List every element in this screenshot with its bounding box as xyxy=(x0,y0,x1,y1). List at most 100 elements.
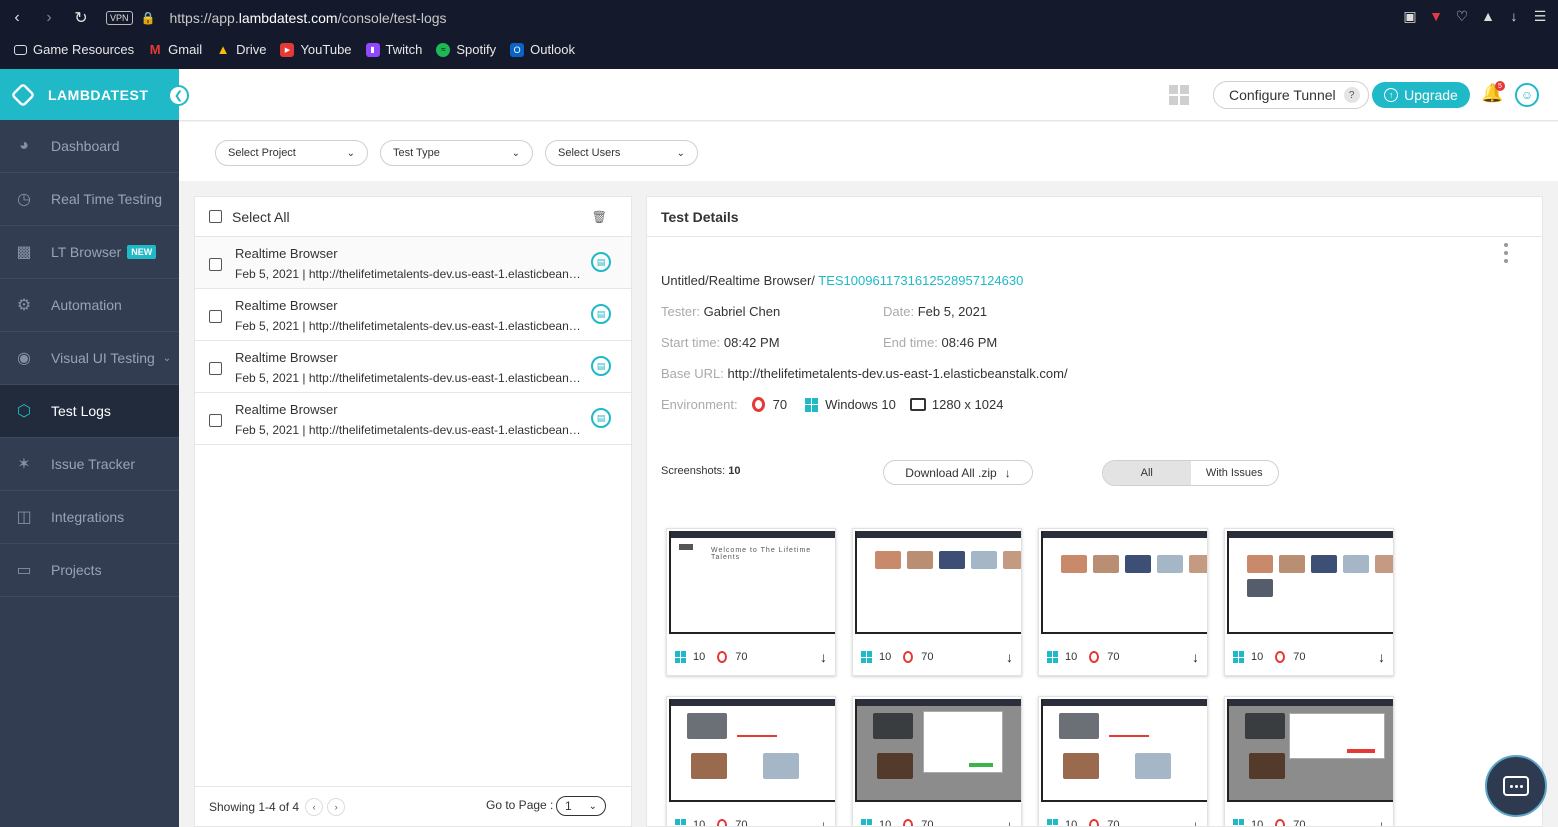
user-avatar-icon[interactable]: ☺ xyxy=(1515,83,1539,107)
sidebar-item-integrations[interactable]: ◫ Integrations xyxy=(0,491,179,544)
back-icon[interactable]: ‹ xyxy=(6,7,28,29)
filter-all-tab[interactable]: All xyxy=(1103,461,1191,485)
screenshot-thumbnail[interactable] xyxy=(1041,531,1207,634)
windows-icon xyxy=(675,651,687,663)
download-icon[interactable]: ↓ xyxy=(820,649,827,665)
row-checkbox[interactable] xyxy=(209,258,222,271)
screenshot-card[interactable]: 10 70 ↓ xyxy=(1224,696,1394,826)
more-options-icon[interactable] xyxy=(1504,243,1508,263)
test-type-dropdown[interactable]: Test Type ⌄ xyxy=(380,140,533,166)
row-checkbox[interactable] xyxy=(209,362,222,375)
download-icon[interactable]: ↓ xyxy=(1378,649,1385,665)
test-log-list: Select All 🗑 Realtime Browser Feb 5, 202… xyxy=(194,196,632,827)
sidebar-item-visual-ui-testing[interactable]: ◉ Visual UI Testing ⌄ xyxy=(0,332,179,385)
os-version: 10 xyxy=(1065,819,1078,827)
select-users-dropdown[interactable]: Select Users ⌄ xyxy=(545,140,698,166)
bookmark-label: Gmail xyxy=(168,42,203,57)
row-checkbox[interactable] xyxy=(209,414,222,427)
end-time-field: End time: 08:46 PM xyxy=(883,335,997,350)
screenshot-card-footer: 10 70 ↓ xyxy=(1047,817,1199,827)
address-bar[interactable]: https://app.lambdatest.com/console/test-… xyxy=(169,10,446,26)
select-all-checkbox[interactable] xyxy=(209,210,222,223)
configure-tunnel-button[interactable]: Configure Tunnel ? xyxy=(1213,81,1369,109)
screenshot-thumbnail[interactable]: Welcome to The Lifetime Talents xyxy=(669,531,835,634)
screenshot-thumbnail[interactable] xyxy=(1227,531,1393,634)
list-item[interactable]: Realtime Browser Feb 5, 2021 | http://th… xyxy=(195,289,631,341)
os-name: Windows 10 xyxy=(825,397,896,412)
trash-icon[interactable]: 🗑 xyxy=(592,210,607,224)
sidebar-item-automation[interactable]: ⚙ Automation xyxy=(0,279,179,332)
forward-icon[interactable]: › xyxy=(38,7,60,29)
reload-icon[interactable]: ↻ xyxy=(70,7,92,29)
download-icon[interactable]: ↓ xyxy=(1006,817,1013,826)
screenshot-card[interactable]: 10 70 ↓ xyxy=(852,696,1022,827)
screenshot-thumbnail[interactable] xyxy=(1041,699,1207,802)
screenshot-thumbnail[interactable] xyxy=(1227,699,1393,802)
browser-version: 70 xyxy=(1107,819,1120,827)
prev-page-icon[interactable]: ‹ xyxy=(305,797,324,816)
page-select[interactable]: 1 ⌄ xyxy=(556,796,606,816)
chat-support-button[interactable] xyxy=(1485,755,1547,817)
os-version: 10 xyxy=(879,819,892,827)
bookmark-spotify[interactable]: ≈ Spotify xyxy=(436,42,496,57)
row-checkbox[interactable] xyxy=(209,310,222,323)
opera-icon xyxy=(717,651,728,663)
sidebar-item-projects[interactable]: ▭ Projects xyxy=(0,544,179,597)
screenshot-card[interactable]: 10 70 ↓ xyxy=(1038,696,1208,827)
download-icon[interactable]: ↓ xyxy=(820,817,827,826)
bookmark-drive[interactable]: ▲ Drive xyxy=(216,42,267,57)
download-icon[interactable]: ↓ xyxy=(1006,649,1013,665)
download-icon[interactable]: ↓ xyxy=(1506,7,1522,25)
list-item[interactable]: Realtime Browser Feb 5, 2021 | http://th… xyxy=(195,393,631,445)
brand[interactable]: LAMBDATEST xyxy=(0,69,179,120)
collapse-sidebar-button[interactable]: ❮ xyxy=(168,85,189,106)
browser-version: 70 xyxy=(921,651,934,663)
sidebar-item-lt-browser[interactable]: ▩ LT Browser NEW xyxy=(0,226,179,279)
sidebar-item-dashboard[interactable]: ◕ Dashboard xyxy=(0,120,179,173)
bookmark-game-resources[interactable]: Game Resources xyxy=(14,42,134,57)
list-item[interactable]: Realtime Browser Feb 5, 2021 | http://th… xyxy=(195,341,631,393)
upgrade-button[interactable]: ↑ Upgrade xyxy=(1372,82,1470,108)
screenshot-card[interactable]: Welcome to The Lifetime Talents 10 70 ↓ xyxy=(666,528,836,676)
eye-icon: ◉ xyxy=(17,350,31,367)
bookmark-youtube[interactable]: ▶ YouTube xyxy=(280,42,352,57)
download-icon[interactable]: ↓ xyxy=(1378,817,1385,826)
notifications-bell-icon[interactable]: 🔔 5 xyxy=(1481,81,1505,107)
next-page-icon[interactable]: › xyxy=(327,797,346,816)
select-project-dropdown[interactable]: Select Project ⌄ xyxy=(215,140,368,166)
screenshot-card[interactable]: 10 70 ↓ xyxy=(1038,528,1208,676)
sidebar-item-label: Issue Tracker xyxy=(51,456,136,472)
sidebar-item-test-logs[interactable]: ⬡ Test Logs xyxy=(0,385,179,438)
windows-icon xyxy=(1233,651,1245,663)
download-icon[interactable]: ↓ xyxy=(1192,817,1199,826)
download-all-button[interactable]: Download All .zip ↓ xyxy=(883,460,1033,485)
box-icon[interactable]: ▲ xyxy=(1480,7,1496,25)
test-id-link[interactable]: TES100961173161252895712463​0 xyxy=(818,273,1023,288)
gmail-icon: M xyxy=(149,42,161,57)
screenshot-thumbnail[interactable] xyxy=(855,699,1021,802)
filter-with-issues-tab[interactable]: With Issues xyxy=(1191,461,1279,485)
help-icon[interactable]: ? xyxy=(1343,87,1360,103)
download-icon[interactable]: ↓ xyxy=(1192,649,1199,665)
vpn-badge[interactable]: VPN xyxy=(106,11,133,25)
bookmark-outlook[interactable]: O Outlook xyxy=(510,42,575,57)
screenshot-card[interactable]: 10 70 ↓ xyxy=(852,528,1022,676)
shield-icon[interactable]: ▼ xyxy=(1428,7,1444,25)
apps-grid-icon[interactable] xyxy=(1169,85,1189,105)
sidebar-item-issue-tracker[interactable]: ✶ Issue Tracker xyxy=(0,438,179,491)
url-domain: lambdatest.com xyxy=(238,10,338,26)
screenshot-card[interactable]: 10 70 ↓ xyxy=(666,696,836,826)
list-item[interactable]: Realtime Browser Feb 5, 2021 | http://th… xyxy=(195,237,631,289)
menu-icon[interactable]: ☰ xyxy=(1532,7,1548,25)
bookmark-gmail[interactable]: M Gmail xyxy=(148,42,202,57)
screenshot-card[interactable]: 10 70 ↓ xyxy=(1224,528,1394,676)
sidebar-item-real-time-testing[interactable]: ◷ Real Time Testing xyxy=(0,173,179,226)
lock-icon[interactable]: 🔒 xyxy=(141,11,156,25)
bookmark-twitch[interactable]: ▮ Twitch xyxy=(365,42,422,57)
screenshot-card-footer: 10 70 ↓ xyxy=(1233,649,1385,665)
screenshot-thumbnail[interactable] xyxy=(669,699,835,802)
screenshot-thumbnail[interactable] xyxy=(855,531,1021,634)
camera-icon[interactable]: ▣ xyxy=(1402,7,1418,25)
opera-icon xyxy=(1089,651,1100,663)
heart-icon[interactable]: ♡ xyxy=(1454,7,1470,25)
